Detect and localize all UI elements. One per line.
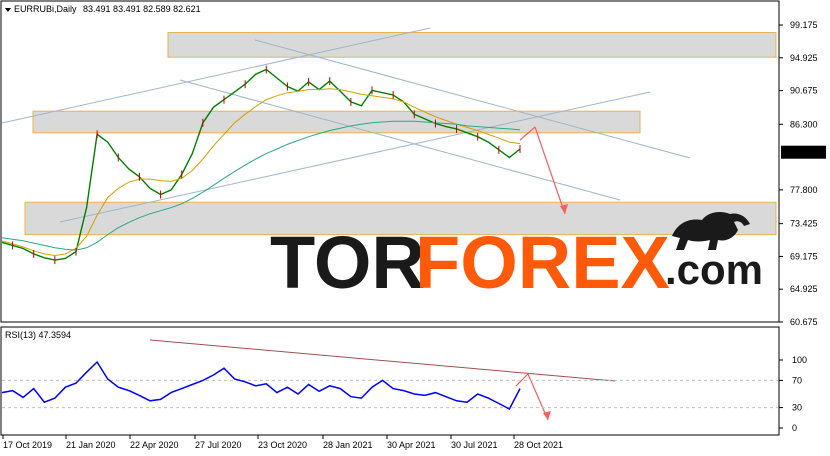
rsi-tick-label: 70 [792, 375, 802, 385]
time-tick-label: 28 Oct 2021 [514, 440, 563, 450]
time-tick-label: 27 Jul 2020 [195, 440, 242, 450]
price-tick-label: 94.925 [790, 53, 818, 63]
price-tick-label: 73.425 [790, 219, 818, 229]
price-tick-label: 90.675 [790, 86, 818, 96]
price-tick-label: 86.300 [790, 119, 818, 129]
price-tick-label: 99.175 [790, 20, 818, 30]
last-price-label: 82.621 [785, 148, 813, 158]
chart-window: 99.175 94.925 90.675 86.300 77.800 73.425 69.1… [0, 0, 830, 456]
price-tick-label: 77.800 [790, 185, 818, 195]
time-axis: 17 Oct 2019 21 Jan 2020 22 Apr 2020 27 Jul … [2, 435, 563, 450]
price-chart-svg: 99.175 94.925 90.675 86.300 77.800 73.425 69.1… [0, 0, 826, 450]
watermark-forex: FOREX [415, 221, 670, 304]
zone-0 [167, 32, 777, 58]
time-tick-label: 17 Oct 2019 [3, 440, 52, 450]
rsi-panel-frame [0, 326, 780, 436]
watermark-com: .com [665, 246, 763, 293]
rsi-axis: 100 70 30 0 [779, 355, 807, 433]
time-tick-label: 30 Apr 2021 [387, 440, 436, 450]
rsi-indicator-label: RSI(13) 47.3594 [5, 330, 71, 340]
rsi-tick-label: 30 [792, 403, 802, 413]
price-tick-label: 69.175 [790, 251, 818, 261]
watermark-tor: TOR [270, 221, 425, 304]
rsi-tick-label: 100 [792, 355, 807, 365]
price-tick-label: 64.925 [790, 284, 818, 294]
price-tick-label: 60.675 [790, 317, 818, 327]
time-tick-label: 22 Apr 2020 [130, 440, 179, 450]
time-tick-label: 30 Jul 2021 [451, 440, 498, 450]
time-tick-label: 28 Jan 2021 [323, 440, 373, 450]
time-tick-label: 23 Oct 2020 [258, 440, 307, 450]
rsi-tick-label: 0 [792, 423, 797, 433]
price-axis: 99.175 94.925 90.675 86.300 77.800 73.425 69.1… [779, 20, 818, 327]
time-tick-label: 21 Jan 2020 [66, 440, 116, 450]
torforex-watermark: TOR FOREX .com [270, 212, 763, 304]
symbol-label: EURRUBi,Daily 83.491 83.491 82.589 82.62… [14, 4, 201, 14]
